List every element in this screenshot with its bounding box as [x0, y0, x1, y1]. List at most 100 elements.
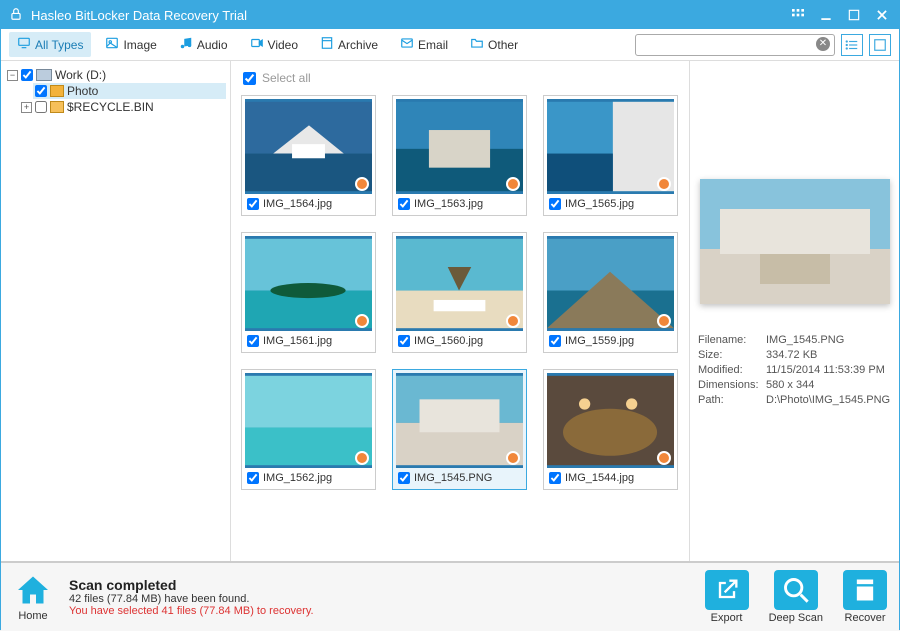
- thumbnail-card[interactable]: IMG_1563.jpg: [392, 95, 527, 216]
- thumbnail-card[interactable]: IMG_1561.jpg: [241, 232, 376, 353]
- meta-label: Path:: [698, 394, 766, 406]
- thumbnail-card[interactable]: IMG_1545.PNG: [392, 369, 527, 490]
- folder-icon: [470, 36, 484, 53]
- thumbnail-image: [547, 373, 674, 468]
- select-all-row[interactable]: Select all: [243, 71, 677, 85]
- thumbnail-checkbox[interactable]: [549, 335, 561, 347]
- status-title: Scan completed: [69, 577, 314, 593]
- meta-path: D:\Photo\IMG_1545.PNG: [766, 394, 891, 406]
- clear-search-icon[interactable]: ✕: [816, 37, 830, 51]
- deep-scan-icon: [774, 570, 818, 610]
- thumbnail-card[interactable]: IMG_1562.jpg: [241, 369, 376, 490]
- filter-tab-all-types[interactable]: All Types: [9, 32, 91, 57]
- status-text: Scan completed 42 files (77.84 MB) have …: [69, 577, 314, 617]
- search-box: ✕: [635, 34, 835, 56]
- thumbnail-checkbox[interactable]: [247, 335, 259, 347]
- thumbnail-card[interactable]: IMG_1559.jpg: [543, 232, 678, 353]
- thumbnail-checkbox[interactable]: [247, 472, 259, 484]
- status-badge-icon: [506, 177, 520, 191]
- thumbnail-checkbox[interactable]: [398, 472, 410, 484]
- recover-button[interactable]: Recover: [843, 570, 887, 624]
- filter-tab-audio[interactable]: Audio: [171, 32, 236, 57]
- home-button[interactable]: Home: [13, 572, 53, 622]
- thumbnail-filename: IMG_1562.jpg: [263, 472, 332, 484]
- recover-icon: [843, 570, 887, 610]
- tree-item-recycle[interactable]: + $RECYCLE.BIN: [19, 99, 226, 115]
- thumbnail-card[interactable]: IMG_1565.jpg: [543, 95, 678, 216]
- image-icon: [105, 36, 119, 53]
- select-all-checkbox[interactable]: [243, 72, 256, 85]
- select-all-label: Select all: [262, 71, 311, 85]
- status-badge-icon: [657, 314, 671, 328]
- thumbnail-card[interactable]: IMG_1560.jpg: [392, 232, 527, 353]
- archive-icon: [320, 36, 334, 53]
- filter-tab-label: Video: [268, 38, 298, 52]
- home-label: Home: [18, 610, 47, 622]
- filter-tab-image[interactable]: Image: [97, 32, 164, 57]
- thumbnail-grid: IMG_1564.jpg IMG_1563.jpg IMG_1565.jpg IMG_…: [241, 95, 679, 490]
- thumbnail-checkbox[interactable]: [398, 335, 410, 347]
- filter-tab-label: Other: [488, 38, 518, 52]
- thumbnail-gallery: Select all IMG_1564.jpgIMG_1563.jpgIMG_1…: [231, 61, 689, 561]
- thumbnail-filename: IMG_1565.jpg: [565, 198, 634, 210]
- list-view-button[interactable]: [841, 34, 863, 56]
- thumbnail-card[interactable]: IMG_1544.jpg: [543, 369, 678, 490]
- thumbnail-image: [245, 373, 372, 468]
- filter-tab-archive[interactable]: Archive: [312, 32, 386, 57]
- lock-icon: [9, 7, 23, 24]
- tree-checkbox[interactable]: [21, 69, 33, 81]
- recover-label: Recover: [845, 612, 886, 624]
- thumbnail-image: [396, 236, 523, 331]
- filter-tab-label: All Types: [35, 38, 83, 52]
- title-bar: Hasleo BitLocker Data Recovery Trial: [1, 1, 899, 29]
- filter-tab-video[interactable]: Video: [242, 32, 306, 57]
- tree-checkbox[interactable]: [35, 101, 47, 113]
- thumbnail-filename: IMG_1544.jpg: [565, 472, 634, 484]
- grid-view-button[interactable]: [869, 34, 891, 56]
- status-badge-icon: [355, 177, 369, 191]
- expand-icon[interactable]: +: [21, 102, 32, 113]
- tree-root[interactable]: − Work (D:): [5, 67, 226, 83]
- maximize-icon[interactable]: [845, 6, 863, 24]
- status-badge-icon: [657, 451, 671, 465]
- thumbnail-image: [245, 236, 372, 331]
- export-button[interactable]: Export: [705, 570, 749, 624]
- meta-filename: IMG_1545.PNG: [766, 334, 891, 346]
- meta-label: Size:: [698, 349, 766, 361]
- filter-tab-email[interactable]: Email: [392, 32, 456, 57]
- window-controls: [789, 6, 891, 24]
- deep-scan-label: Deep Scan: [769, 612, 823, 624]
- music-icon: [179, 36, 193, 53]
- thumbnail-image: [547, 99, 674, 194]
- status-selected: You have selected 41 files (77.84 MB) to…: [69, 605, 314, 617]
- email-icon: [400, 36, 414, 53]
- search-input[interactable]: [635, 34, 835, 56]
- deep-scan-button[interactable]: Deep Scan: [769, 570, 823, 624]
- minimize-icon[interactable]: [817, 6, 835, 24]
- status-badge-icon: [355, 451, 369, 465]
- thumbnail-checkbox[interactable]: [398, 198, 410, 210]
- menu-icon[interactable]: [789, 6, 807, 24]
- tree-item-photo[interactable]: Photo: [33, 83, 226, 99]
- filter-tab-label: Email: [418, 38, 448, 52]
- thumbnail-filename: IMG_1559.jpg: [565, 335, 634, 347]
- thumbnail-checkbox[interactable]: [549, 198, 561, 210]
- export-icon: [705, 570, 749, 610]
- filter-tab-other[interactable]: Other: [462, 32, 526, 57]
- preview-image: [700, 179, 890, 304]
- bottom-bar: Home Scan completed 42 files (77.84 MB) …: [1, 561, 899, 631]
- thumbnail-checkbox[interactable]: [247, 198, 259, 210]
- collapse-icon[interactable]: −: [7, 70, 18, 81]
- tree-item-label: $RECYCLE.BIN: [67, 100, 154, 114]
- tree-checkbox[interactable]: [35, 85, 47, 97]
- thumbnail-filename: IMG_1564.jpg: [263, 198, 332, 210]
- status-found: 42 files (77.84 MB) have been found.: [69, 593, 314, 605]
- close-icon[interactable]: [873, 6, 891, 24]
- thumbnail-card[interactable]: IMG_1564.jpg: [241, 95, 376, 216]
- thumbnail-checkbox[interactable]: [549, 472, 561, 484]
- thumbnail-image: [547, 236, 674, 331]
- meta-label: Modified:: [698, 364, 766, 376]
- status-badge-icon: [506, 314, 520, 328]
- tree-root-label: Work (D:): [55, 68, 106, 82]
- filter-tab-label: Archive: [338, 38, 378, 52]
